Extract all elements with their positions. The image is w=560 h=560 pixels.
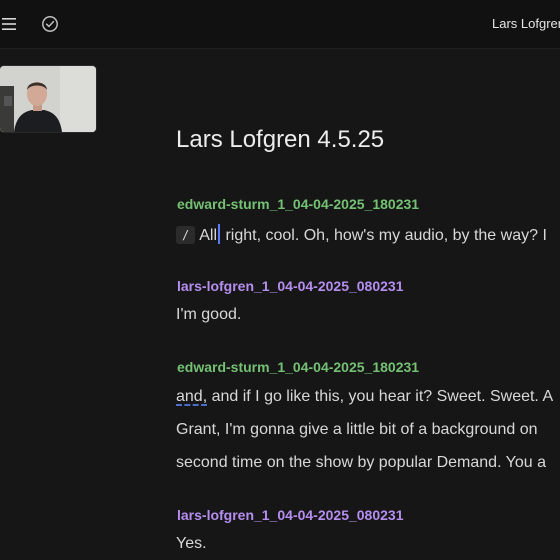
speaker-label: lars-lofgren_1_04-04-2025_080231	[177, 278, 404, 294]
top-bar: Lars Lofgren 4	[0, 0, 560, 49]
document-title: Lars Lofgren 4.5.25	[176, 126, 385, 153]
transcript-line-text: and if I go like this, you hear it? Swee…	[207, 388, 554, 405]
slash-command-badge[interactable]: /	[176, 226, 196, 244]
participant-video-thumbnail[interactable]	[0, 66, 96, 132]
transcript-line[interactable]: and, and if I go like this, you hear it?…	[176, 388, 553, 406]
speaker-label: edward-sturm_1_04-04-2025_180231	[177, 196, 420, 212]
text-after-cursor: right, cool. Oh, how's my audio, by the …	[221, 227, 547, 244]
transcript-line[interactable]: / All right, cool. Oh, how's my audio, by…	[176, 224, 547, 245]
speaker-label: edward-sturm_1_04-04-2025_180231	[177, 359, 420, 375]
transcript-line[interactable]: Yes.	[176, 535, 207, 553]
spellcheck-underlined-word[interactable]: and,	[176, 388, 207, 405]
transcript-line[interactable]: Grant, I'm gonna give a little bit of a …	[176, 421, 538, 439]
transcript-line[interactable]: second time on the show by popular Deman…	[176, 454, 546, 472]
check-circle-icon[interactable]	[41, 15, 59, 33]
video-frame-image	[0, 66, 96, 132]
transcript-line[interactable]: I'm good.	[176, 306, 241, 324]
hamburger-menu-icon[interactable]	[2, 16, 16, 32]
window-title: Lars Lofgren 4	[492, 16, 560, 31]
text-before-cursor: All	[199, 227, 218, 244]
text-cursor	[218, 224, 221, 244]
speaker-label: lars-lofgren_1_04-04-2025_080231	[177, 507, 404, 523]
